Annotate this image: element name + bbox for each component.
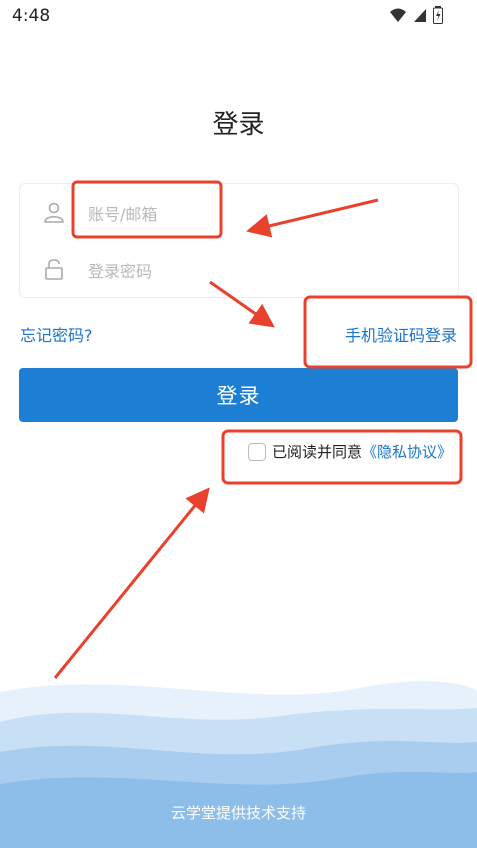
status-icons [389, 6, 443, 24]
login-button[interactable]: 登录 [19, 368, 458, 422]
status-bar: 4:48 [0, 0, 477, 34]
privacy-policy-link[interactable]: 《隐私协议》 [362, 441, 452, 462]
lock-icon [45, 259, 63, 280]
username-placeholder: 账号/邮箱 [88, 205, 158, 224]
forgot-password-link[interactable]: 忘记密码? [20, 322, 93, 346]
username-field[interactable]: 账号/邮箱 [20, 184, 458, 240]
sms-login-link[interactable]: 手机验证码登录 [345, 322, 457, 346]
password-field[interactable]: 登录密码 [20, 241, 458, 297]
signal-icon [414, 9, 426, 22]
battery-icon [433, 6, 443, 24]
annotation-arrow-agreement [53, 487, 210, 679]
page-title: 登录 [212, 110, 265, 140]
wifi-icon [390, 8, 406, 22]
agreement-text: 已阅读并同意 [272, 443, 363, 461]
footer-text: 云学堂提供技术支持 [170, 804, 306, 822]
status-time: 4:48 [12, 6, 51, 26]
agreement-row: 已阅读并同意 《隐私协议》 [248, 441, 452, 462]
password-placeholder: 登录密码 [88, 262, 153, 281]
agreement-checkbox[interactable] [248, 442, 266, 461]
user-icon [44, 202, 64, 223]
login-form-card: 账号/邮箱 登录密码 [19, 183, 459, 298]
